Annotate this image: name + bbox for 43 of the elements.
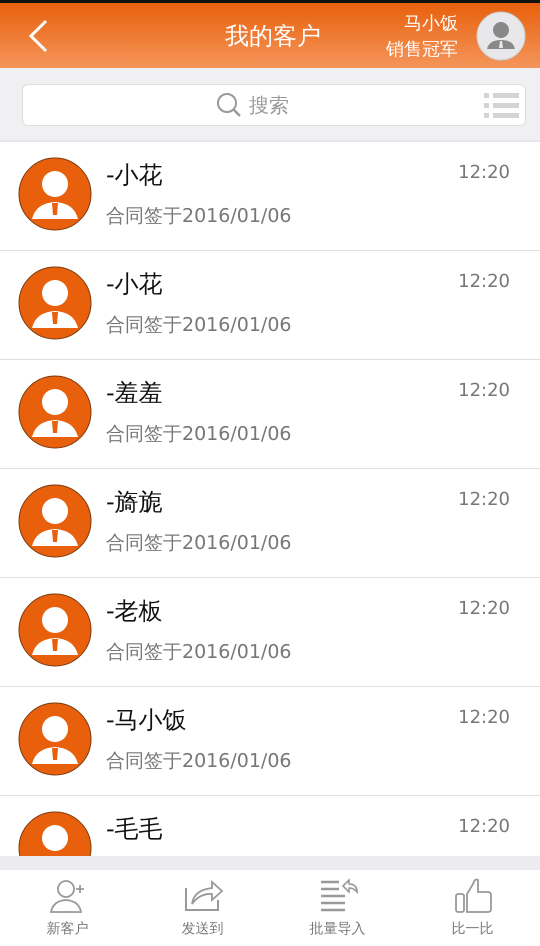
tab-button[interactable]: 新客户 bbox=[0, 870, 135, 946]
avatar-icon bbox=[18, 375, 92, 449]
time-label: 12:20 bbox=[458, 707, 510, 728]
customer-row[interactable]: -小花 合同签于2016/01/06 12:20 bbox=[0, 142, 540, 251]
time-label: 12:20 bbox=[458, 162, 510, 183]
avatar-icon bbox=[18, 593, 92, 667]
time-label: 12:20 bbox=[458, 816, 510, 837]
customer-row[interactable]: -小花 合同签于2016/01/06 12:20 bbox=[0, 251, 540, 360]
contract-date: 合同签于2016/01/06 bbox=[106, 749, 293, 774]
search-field[interactable]: 搜索 bbox=[22, 84, 526, 126]
time-label: 12:20 bbox=[458, 489, 510, 510]
user-title: 销售冠军 bbox=[386, 38, 458, 60]
customer-name: -毛毛 bbox=[106, 814, 164, 845]
time-label: 12:20 bbox=[458, 598, 510, 619]
customer-row[interactable]: -老板 合同签于2016/01/06 12:20 bbox=[0, 578, 540, 687]
tab-button[interactable]: 批量导入 bbox=[270, 870, 405, 946]
list-view-icon[interactable] bbox=[484, 90, 520, 120]
user-name: 马小饭 bbox=[404, 12, 458, 34]
customer-name: -老板 bbox=[106, 596, 164, 627]
avatar-icon[interactable] bbox=[476, 10, 526, 60]
avatar-icon bbox=[18, 702, 92, 776]
back-button[interactable] bbox=[26, 18, 50, 52]
contract-date: 合同签于2016/01/06 bbox=[106, 313, 293, 338]
customer-name: -小花 bbox=[106, 160, 164, 191]
customer-name: -小花 bbox=[106, 269, 164, 300]
customer-name: -旖旎 bbox=[106, 487, 164, 518]
tab-button[interactable]: 比一比 bbox=[405, 870, 540, 946]
avatar-icon bbox=[18, 157, 92, 231]
contract-date: 合同签于2016/01/06 bbox=[106, 422, 293, 447]
customer-row[interactable]: -羞羞 合同签于2016/01/06 12:20 bbox=[0, 360, 540, 469]
avatar-icon bbox=[18, 484, 92, 558]
contract-date: 合同签于2016/01/06 bbox=[106, 204, 293, 229]
customer-name: -马小饭 bbox=[106, 705, 188, 736]
contract-date: 合同签于2016/01/06 bbox=[106, 531, 293, 556]
tab-button[interactable]: 发送到 bbox=[135, 870, 270, 946]
avatar-icon bbox=[18, 266, 92, 340]
time-label: 12:20 bbox=[458, 380, 510, 401]
customer-row[interactable]: -旖旎 合同签于2016/01/06 12:20 bbox=[0, 469, 540, 578]
contract-date: 合同签于2016/01/06 bbox=[106, 640, 293, 665]
time-label: 12:20 bbox=[458, 271, 510, 292]
customer-row[interactable]: -马小饭 合同签于2016/01/06 12:20 bbox=[0, 687, 540, 796]
page-title: 我的客户 bbox=[224, 20, 322, 52]
customer-name: -羞羞 bbox=[106, 378, 164, 409]
